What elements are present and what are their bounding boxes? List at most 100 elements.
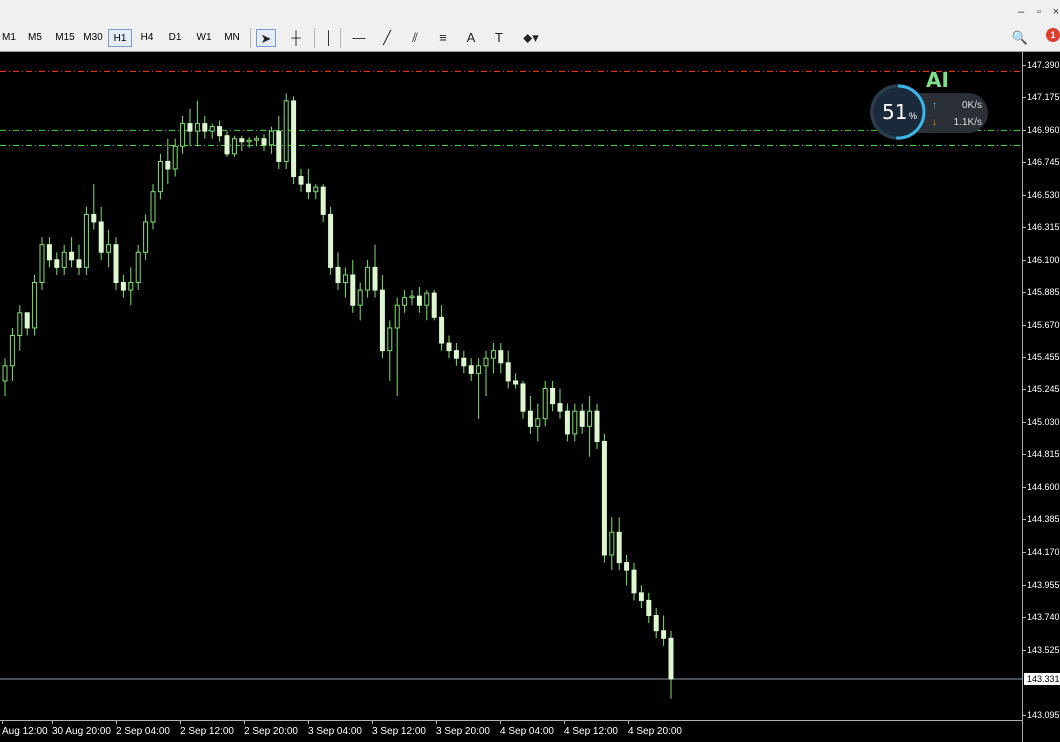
objects-menu-icon[interactable]: ⬥▾ xyxy=(517,29,545,47)
price-label: 146.530 xyxy=(1027,189,1060,200)
timeframe-m30-button[interactable]: M30 xyxy=(80,29,106,47)
cursor-icon[interactable]: ➤ xyxy=(256,29,276,47)
ai-network-widget[interactable]: AI 51 % ↑ 0K/s ↓ 1.1K/s xyxy=(868,68,992,144)
time-label: 3 Sep 20:00 xyxy=(436,726,490,737)
timeframe-h4-button[interactable]: H4 xyxy=(136,29,158,47)
bearish-candle xyxy=(653,615,659,632)
price-label: 145.030 xyxy=(1027,416,1060,427)
timeframe-d1-button[interactable]: D1 xyxy=(164,29,186,47)
bullish-candle xyxy=(542,387,548,420)
text-icon[interactable]: A xyxy=(461,29,481,47)
price-label: 143.740 xyxy=(1027,612,1060,623)
time-tick xyxy=(500,720,501,724)
chart-toolbar: M1 M5 M15 M30 H1 H4 D1 W1 MN ➤ ┼ │ — ╱ ⫽ ≡ A T ⬥▾ 🔍 xyxy=(0,25,1060,52)
bullish-candle xyxy=(572,410,578,435)
bearish-candle xyxy=(498,350,504,364)
timeframe-m1-button[interactable]: M1 xyxy=(0,29,18,47)
bearish-candle xyxy=(579,410,585,427)
time-label: 2 Sep 20:00 xyxy=(244,726,298,737)
bearish-candle xyxy=(98,221,104,253)
time-label: 2 Sep 04:00 xyxy=(116,726,170,737)
bearish-candle xyxy=(165,160,171,170)
timeframe-h1-button[interactable]: H1 xyxy=(108,29,132,47)
price-label: 143.525 xyxy=(1027,644,1060,655)
download-arrow-icon: ↓ xyxy=(932,117,937,128)
price-tick xyxy=(1023,551,1026,553)
price-label: 146.100 xyxy=(1027,254,1060,265)
fibonacci-icon[interactable]: ≡ xyxy=(433,29,453,47)
bearish-candle xyxy=(120,282,126,291)
horizontal-line-icon[interactable]: — xyxy=(349,29,369,47)
bearish-candle xyxy=(557,403,563,412)
timeframe-m15-button[interactable]: M15 xyxy=(52,29,78,47)
toolbar-separator xyxy=(314,28,315,48)
bearish-candle xyxy=(320,186,326,215)
restore-button[interactable]: ▫ xyxy=(1032,4,1046,20)
vertical-line-icon[interactable]: │ xyxy=(319,29,339,47)
bearish-candle xyxy=(202,123,208,132)
price-tick xyxy=(1023,454,1026,456)
bearish-candle xyxy=(446,342,452,352)
bullish-candle xyxy=(39,244,45,284)
crosshair-icon[interactable]: ┼ xyxy=(286,29,306,47)
bearish-candle xyxy=(372,266,378,291)
download-speed-row: ↓ 1.1K/s xyxy=(932,117,982,128)
bullish-candle xyxy=(180,123,186,147)
channel-icon[interactable]: ⫽ xyxy=(405,29,425,47)
timeframe-mn-button[interactable]: MN xyxy=(220,29,244,47)
toolbar-separator xyxy=(340,28,341,48)
price-label: 145.670 xyxy=(1027,319,1060,330)
alert-count-badge[interactable]: 1 xyxy=(1046,28,1060,42)
timeframe-m5-button[interactable]: M5 xyxy=(24,29,46,47)
time-label: 3 Sep 12:00 xyxy=(372,726,426,737)
price-tick xyxy=(1023,259,1026,261)
bearish-candle xyxy=(638,592,644,601)
price-label: 145.885 xyxy=(1027,287,1060,298)
bullish-candle xyxy=(313,186,319,193)
bullish-candle xyxy=(32,282,38,329)
time-label: 4 Sep 12:00 xyxy=(564,726,618,737)
time-tick xyxy=(436,720,437,724)
price-axis[interactable]: 143.331 147.390 147.175 146.960 146.745 146.… xyxy=(1022,52,1060,742)
bullish-candle xyxy=(402,297,408,306)
upload-arrow-icon: ↑ xyxy=(932,100,937,111)
close-button[interactable]: × xyxy=(1049,4,1060,20)
bearish-candle xyxy=(91,213,97,223)
time-label: 4 Sep 04:00 xyxy=(500,726,554,737)
price-chart[interactable]: Aug 12:00 30 Aug 20:00 2 Sep 04:00 2 Sep 12… xyxy=(0,52,1060,742)
bullish-candle xyxy=(394,304,400,329)
window-top-strip: – ▫ × xyxy=(0,0,1060,25)
bearish-candle xyxy=(187,123,193,132)
bullish-candle xyxy=(106,244,112,253)
bearish-candle xyxy=(453,350,459,359)
bullish-candle xyxy=(365,266,371,291)
timeframe-w1-button[interactable]: W1 xyxy=(192,29,216,47)
bearish-candle xyxy=(113,244,119,284)
bullish-candle xyxy=(209,126,215,132)
bearish-candle xyxy=(276,130,282,162)
bearish-candle xyxy=(616,531,622,564)
bullish-candle xyxy=(609,531,615,556)
bearish-candle xyxy=(379,289,385,352)
candlestick-plot[interactable] xyxy=(0,52,1022,720)
bearish-candle xyxy=(594,410,600,442)
price-label: 144.170 xyxy=(1027,546,1060,557)
bullish-candle xyxy=(246,139,252,143)
text-label-icon[interactable]: T xyxy=(489,29,509,47)
bearish-candle xyxy=(69,251,75,261)
bearish-candle xyxy=(335,266,341,284)
price-label: 143.095 xyxy=(1027,709,1060,720)
bullish-candle xyxy=(535,418,541,427)
price-tick xyxy=(1023,519,1026,521)
bullish-candle xyxy=(194,123,200,132)
trendline-icon[interactable]: ╱ xyxy=(377,29,397,47)
bearish-candle xyxy=(505,362,511,382)
price-tick xyxy=(1023,227,1026,229)
bullish-candle xyxy=(342,274,348,284)
time-tick xyxy=(628,720,629,724)
bearish-candle xyxy=(24,312,30,329)
search-icon[interactable]: 🔍 xyxy=(1010,29,1030,47)
bearish-candle xyxy=(646,599,652,617)
bullish-candle xyxy=(150,191,156,223)
minimize-button[interactable]: – xyxy=(1014,4,1028,20)
